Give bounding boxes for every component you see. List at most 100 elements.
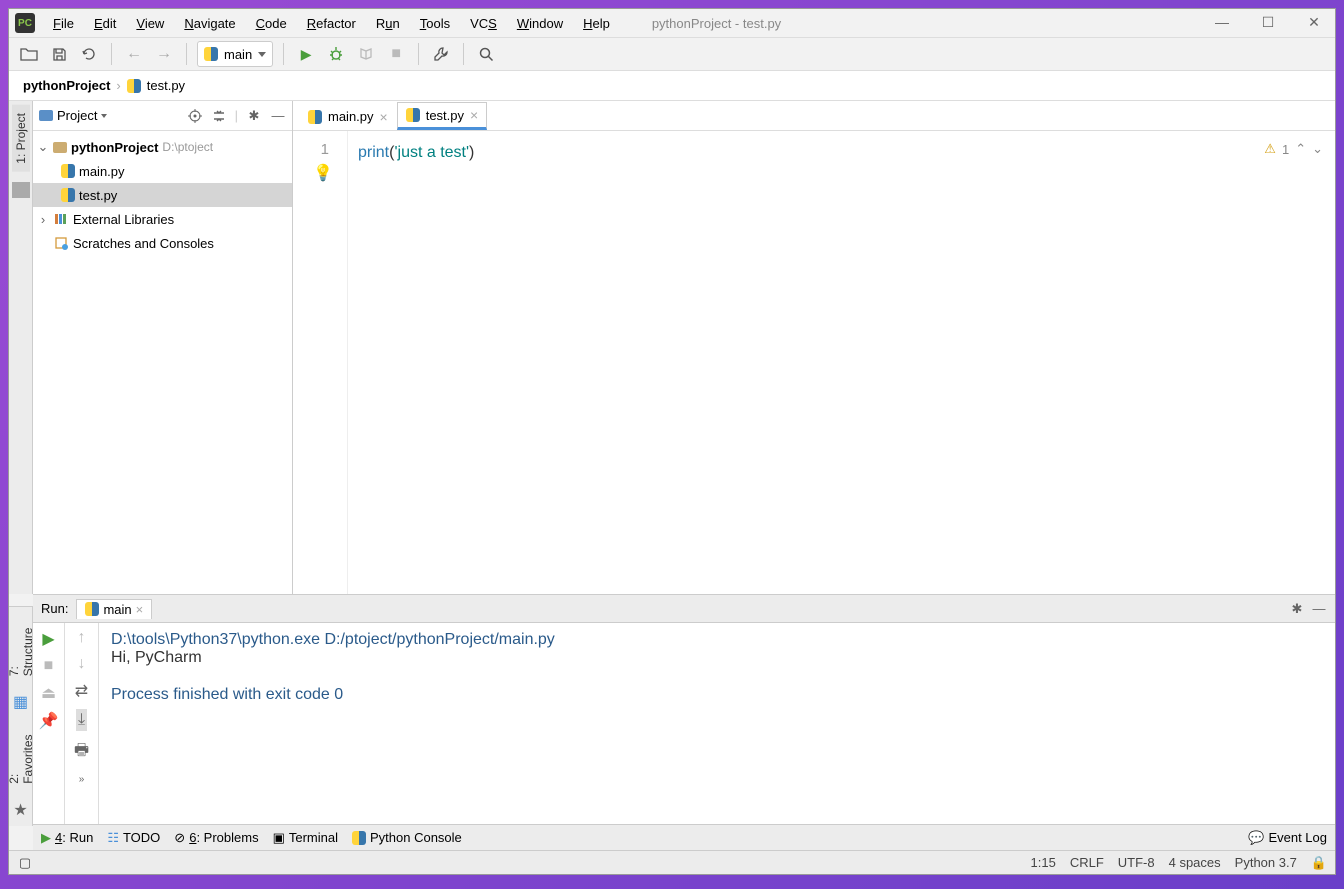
status-indent[interactable]: 4 spaces bbox=[1169, 855, 1221, 871]
scroll-icon[interactable]: ⤓ bbox=[76, 709, 87, 731]
run-toolbar: ▶ ■ ⏏ 📌 bbox=[33, 623, 65, 824]
menu-run[interactable]: Run bbox=[368, 14, 408, 33]
star-icon[interactable]: ★ bbox=[13, 800, 27, 820]
refresh-icon[interactable] bbox=[77, 42, 101, 66]
rail-project-tab[interactable]: 1: Project bbox=[12, 105, 30, 172]
python-icon bbox=[308, 110, 322, 124]
minimize-button[interactable]: — bbox=[1209, 11, 1235, 33]
run-panel-label: Run: bbox=[41, 601, 68, 616]
down-icon[interactable]: ↓ bbox=[78, 655, 86, 673]
run-tool-window: Run: main × ✱ — ▶ ■ ⏏ 📌 ↑ ↓ ⇄ ⤓ bbox=[33, 594, 1335, 824]
breadcrumb-project[interactable]: pythonProject bbox=[23, 78, 110, 93]
menu-vcs[interactable]: VCS bbox=[462, 14, 505, 33]
breadcrumb-file[interactable]: test.py bbox=[147, 78, 185, 93]
editor-tab-main[interactable]: main.py × bbox=[299, 102, 397, 130]
gear-icon[interactable]: ✱ bbox=[246, 108, 262, 124]
rerun-icon[interactable]: ▶ bbox=[42, 629, 54, 649]
status-interpreter[interactable]: Python 3.7 bbox=[1235, 855, 1297, 871]
back-icon[interactable]: ← bbox=[122, 42, 146, 66]
left-rail: 1: Project bbox=[9, 101, 33, 594]
folder-icon bbox=[53, 142, 67, 153]
menu-edit[interactable]: Edit bbox=[86, 14, 124, 33]
stop-button[interactable]: ■ bbox=[384, 42, 408, 66]
run-config-selector[interactable]: main bbox=[197, 41, 273, 67]
tool-todo[interactable]: ☷TODO bbox=[107, 830, 160, 846]
save-icon[interactable] bbox=[47, 42, 71, 66]
locate-icon[interactable] bbox=[187, 108, 203, 124]
forward-icon[interactable]: → bbox=[152, 42, 176, 66]
maximize-button[interactable]: ☐ bbox=[1255, 11, 1281, 33]
tree-file-test[interactable]: test.py bbox=[33, 183, 292, 207]
menu-file[interactable]: File bbox=[45, 14, 82, 33]
tool-problems[interactable]: ⊘6: Problems bbox=[174, 830, 258, 846]
menu-window[interactable]: Window bbox=[509, 14, 571, 33]
rail-favorites-tab[interactable]: 2: Favorites bbox=[5, 720, 37, 792]
coverage-button[interactable] bbox=[354, 42, 378, 66]
python-icon bbox=[204, 47, 218, 61]
menubar: File Edit View Navigate Code Refactor Ru… bbox=[9, 9, 1335, 37]
library-icon bbox=[53, 211, 69, 227]
status-encoding[interactable]: UTF-8 bbox=[1118, 855, 1155, 871]
intention-bulb-icon[interactable]: 💡 bbox=[313, 163, 333, 183]
tool-event-log[interactable]: 💬Event Log bbox=[1248, 830, 1327, 846]
hide-icon[interactable]: — bbox=[1311, 601, 1327, 617]
run-config-name: main bbox=[224, 47, 252, 62]
code-editor[interactable]: 1 print('just a test') 💡 ⚠ 1 ⌃ ⌄ bbox=[293, 131, 1335, 594]
tool-python-console[interactable]: Python Console bbox=[352, 830, 462, 845]
close-tab-icon[interactable]: × bbox=[136, 602, 144, 617]
wrap-icon[interactable]: ⇄ bbox=[75, 681, 88, 701]
up-icon[interactable]: ↑ bbox=[78, 629, 86, 647]
inspection-widget[interactable]: ⚠ 1 ⌃ ⌄ bbox=[1264, 141, 1323, 157]
editor-tab-test[interactable]: test.py × bbox=[397, 102, 487, 130]
tool-terminal[interactable]: ▣Terminal bbox=[273, 830, 338, 846]
menu-code[interactable]: Code bbox=[248, 14, 295, 33]
close-tab-icon[interactable]: × bbox=[470, 107, 478, 123]
run-exit-line: Process finished with exit code 0 bbox=[111, 686, 1323, 704]
window-title: pythonProject - test.py bbox=[652, 16, 781, 31]
chevron-up-icon[interactable]: ⌃ bbox=[1295, 141, 1306, 157]
search-icon[interactable] bbox=[474, 42, 498, 66]
menu-tools[interactable]: Tools bbox=[412, 14, 458, 33]
print-icon[interactable]: 🖶 bbox=[74, 739, 89, 766]
run-button[interactable]: ▶ bbox=[294, 42, 318, 66]
breadcrumb: pythonProject › test.py bbox=[9, 71, 1335, 101]
code-string: 'just a test' bbox=[394, 144, 469, 161]
run-tab-main[interactable]: main × bbox=[76, 599, 152, 619]
tree-scratches[interactable]: Scratches and Consoles bbox=[33, 231, 292, 255]
lock-icon[interactable]: 🔒 bbox=[1311, 855, 1327, 871]
chevron-down-icon bbox=[101, 114, 107, 118]
status-bar: ▢ 1:15 CRLF UTF-8 4 spaces Python 3.7 🔒 bbox=[9, 850, 1335, 874]
chevron-down-icon: ⌄ bbox=[37, 139, 49, 155]
menu-help[interactable]: Help bbox=[575, 14, 618, 33]
rail-structure-tab[interactable]: 7: Structure bbox=[5, 613, 37, 684]
status-position[interactable]: 1:15 bbox=[1031, 855, 1056, 871]
close-tab-icon[interactable]: × bbox=[380, 109, 388, 125]
menu-navigate[interactable]: Navigate bbox=[176, 14, 243, 33]
exit-icon[interactable]: ⏏ bbox=[41, 683, 56, 703]
structure-icon[interactable]: ▦ bbox=[13, 692, 28, 712]
sidebar-title[interactable]: Project bbox=[39, 108, 107, 123]
gear-icon[interactable]: ✱ bbox=[1289, 601, 1305, 617]
tree-project-root[interactable]: ⌄ pythonProject D:\ptoject bbox=[33, 135, 292, 159]
run-output[interactable]: D:\tools\Python37\python.exe D:/ptoject/… bbox=[99, 623, 1335, 824]
tool-run[interactable]: ▶4: Run bbox=[41, 830, 93, 846]
rail-icon[interactable] bbox=[12, 182, 30, 198]
tree-external-libs[interactable]: › External Libraries bbox=[33, 207, 292, 231]
tree-file-main[interactable]: main.py bbox=[33, 159, 292, 183]
menu-refactor[interactable]: Refactor bbox=[299, 14, 364, 33]
menu-view[interactable]: View bbox=[128, 14, 172, 33]
stop-icon[interactable]: ■ bbox=[44, 657, 54, 675]
collapse-icon[interactable] bbox=[211, 108, 227, 124]
status-icon[interactable]: ▢ bbox=[17, 855, 33, 871]
open-icon[interactable] bbox=[17, 42, 41, 66]
debug-button[interactable] bbox=[324, 42, 348, 66]
status-line-sep[interactable]: CRLF bbox=[1070, 855, 1104, 871]
pin-icon[interactable]: 📌 bbox=[39, 711, 59, 731]
close-button[interactable]: ✕ bbox=[1301, 11, 1327, 33]
app-icon bbox=[15, 13, 35, 33]
scratch-icon bbox=[53, 235, 69, 251]
more-icon[interactable]: » bbox=[79, 774, 85, 785]
chevron-down-icon[interactable]: ⌄ bbox=[1312, 141, 1323, 157]
build-icon[interactable] bbox=[429, 42, 453, 66]
hide-icon[interactable]: — bbox=[270, 108, 286, 124]
